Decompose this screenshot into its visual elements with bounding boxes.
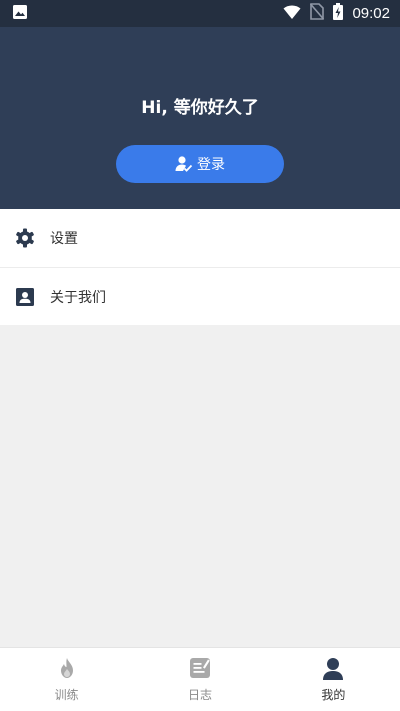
nav-item-mine[interactable]: 我的 [267, 648, 400, 711]
greeting-title: Hi, 等你好久了 [141, 98, 259, 118]
nav-label: 我的 [321, 688, 346, 702]
status-bar-left [12, 4, 28, 24]
wifi-icon [283, 4, 301, 24]
image-icon [12, 4, 28, 24]
person-icon [321, 656, 345, 680]
status-bar: 09:02 [0, 0, 400, 27]
menu-item-about-us[interactable]: 关于我们 [0, 267, 400, 325]
login-button[interactable]: 登录 [116, 145, 284, 183]
bottom-nav: 训练 日志 我的 [0, 647, 400, 711]
notepad-icon [188, 656, 212, 680]
menu-item-label: 设置 [50, 231, 78, 247]
no-sim-icon [310, 3, 325, 24]
settings-menu: 设置 关于我们 [0, 209, 400, 325]
contact-card-icon [15, 287, 35, 307]
nav-label: 训练 [54, 688, 79, 702]
login-button-label: 登录 [197, 157, 225, 173]
gear-icon [15, 228, 35, 248]
nav-item-log[interactable]: 日志 [133, 648, 266, 711]
user-check-icon [175, 155, 193, 173]
nav-item-training[interactable]: 训练 [0, 648, 133, 711]
flame-icon [55, 656, 79, 680]
profile-header: Hi, 等你好久了 登录 [0, 27, 400, 209]
nav-label: 日志 [187, 688, 212, 702]
menu-item-label: 关于我们 [50, 289, 106, 306]
status-bar-right: 09:02 [283, 3, 390, 24]
menu-item-settings[interactable]: 设置 [0, 209, 400, 267]
battery-charging-icon [333, 3, 344, 24]
status-time: 09:02 [352, 5, 390, 22]
